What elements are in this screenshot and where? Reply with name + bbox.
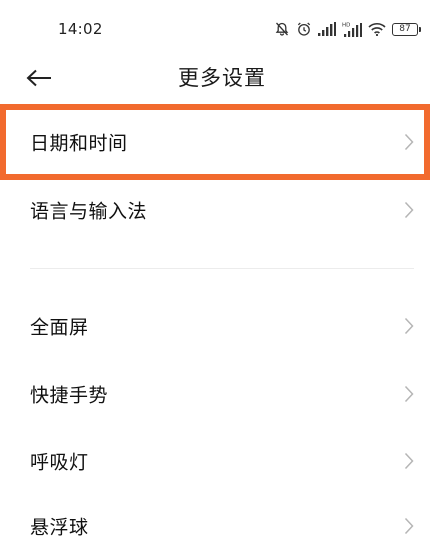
menu-item-label: 快捷手势 <box>30 384 109 407</box>
battery-icon: 87 <box>392 22 421 36</box>
menu-item-label: 语言与输入法 <box>30 200 148 223</box>
chevron-right-icon <box>404 517 414 535</box>
header: 更多设置 <box>0 58 444 98</box>
menu-item-label: 全面屏 <box>30 316 89 339</box>
chevron-right-icon <box>404 201 414 219</box>
wifi-icon <box>368 23 386 36</box>
status-time: 14:02 <box>58 20 103 38</box>
settings-screen: 14:02 HD 87 更多设置 日期和时间 语言与输入法 全面屏 快捷手势 呼… <box>0 0 444 556</box>
svg-text:HD: HD <box>342 23 350 29</box>
hd-signal-icon: HD <box>342 23 362 37</box>
menu-item-language-input[interactable]: 语言与输入法 <box>0 176 444 244</box>
divider <box>30 268 414 269</box>
menu-item-date-time[interactable]: 日期和时间 <box>0 108 444 176</box>
menu-item-floating-ball[interactable]: 悬浮球 <box>0 492 444 556</box>
chevron-right-icon <box>404 452 414 470</box>
alarm-icon <box>297 22 311 36</box>
chevron-right-icon <box>404 385 414 403</box>
menu-item-label: 日期和时间 <box>30 132 128 155</box>
battery-level: 87 <box>399 24 411 34</box>
menu-item-label: 悬浮球 <box>30 516 89 539</box>
menu-item-label: 呼吸灯 <box>30 451 89 474</box>
mute-bell-icon <box>275 22 289 36</box>
signal-icon <box>318 22 336 36</box>
page-title: 更多设置 <box>178 66 266 90</box>
chevron-right-icon <box>404 133 414 151</box>
status-bar: 14:02 HD 87 <box>0 0 444 58</box>
menu-item-notification-light[interactable]: 呼吸灯 <box>0 427 444 495</box>
menu-item-gestures[interactable]: 快捷手势 <box>0 360 444 428</box>
menu-item-full-screen[interactable]: 全面屏 <box>0 292 444 360</box>
chevron-right-icon <box>404 317 414 335</box>
status-icons: HD 87 <box>274 19 421 39</box>
